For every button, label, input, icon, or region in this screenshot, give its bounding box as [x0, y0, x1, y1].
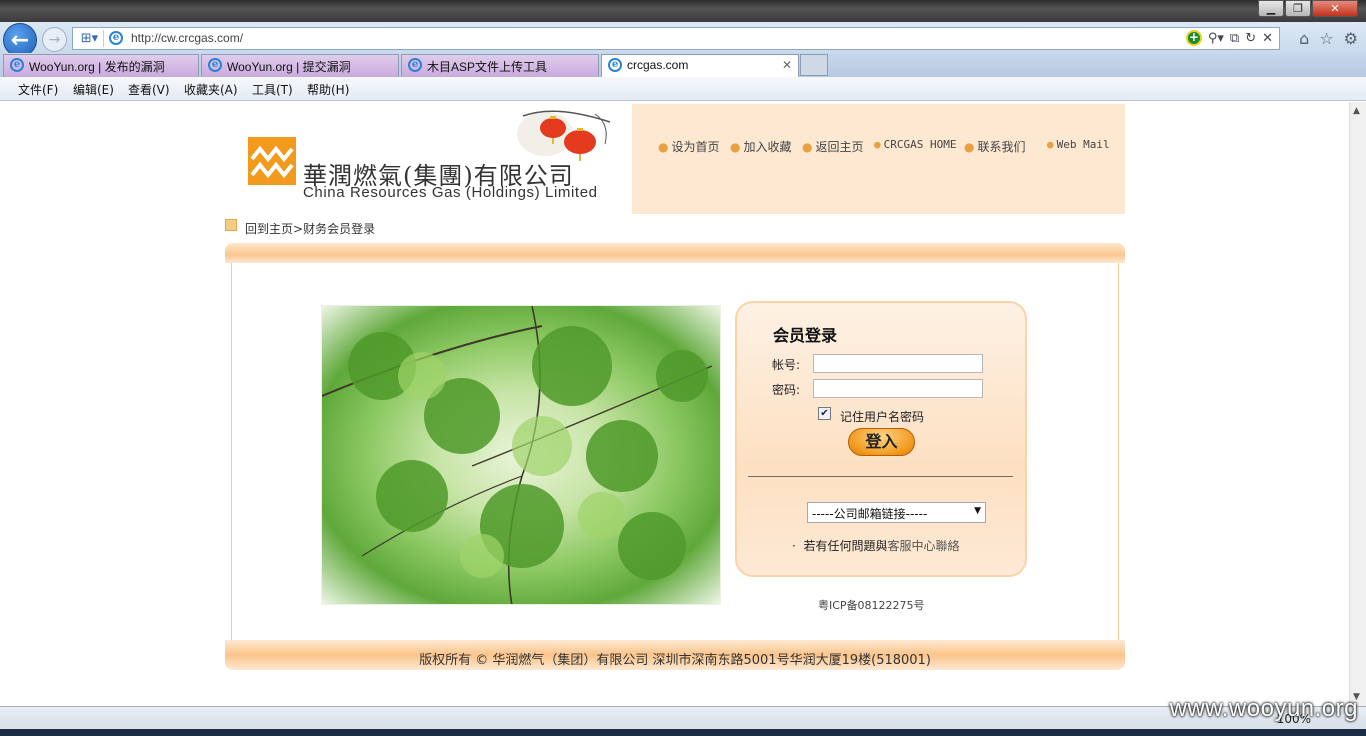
vertical-scrollbar[interactable]: ▲ ▼ [1349, 102, 1366, 706]
ie-tab-icon: e [608, 58, 622, 72]
nav-return-home[interactable]: ● 返回主页 [802, 138, 864, 155]
breadcrumb-arrow-icon [225, 219, 237, 231]
login-divider [748, 476, 1013, 477]
login-button[interactable]: 登入 [848, 428, 915, 456]
close-tab-icon[interactable]: ✕ [782, 58, 792, 72]
refresh-icon[interactable]: ↻ [1245, 31, 1256, 46]
ie-tab-icon: e [10, 58, 24, 72]
favorites-star-icon[interactable]: ☆ [1319, 29, 1333, 48]
chevron-down-icon[interactable]: ▼ [974, 506, 981, 516]
contact-prefix: 若有任何問題與 [803, 539, 888, 553]
menu-edit[interactable]: 编辑(E) [73, 81, 114, 98]
menu-bar: 文件(F) 编辑(E) 查看(V) 收藏夹(A) 工具(T) 帮助(H) [0, 77, 1366, 101]
ie-tab-icon: e [208, 58, 222, 72]
crgas-logo-icon [248, 137, 296, 185]
watermark-text: www.wooyun.org [1169, 695, 1358, 722]
contact-note: · 若有任何問題與客服中心聯絡 [792, 537, 959, 554]
nav-web-mail[interactable]: ● Web Mail [1047, 138, 1110, 151]
tab-label: WooYun.org | 发布的漏洞 [29, 60, 165, 74]
tab-label: 木目ASP文件上传工具 [427, 60, 548, 74]
compatibility-view-icon[interactable]: ⊞▾ [76, 30, 104, 47]
tab-label: WooYun.org | 提交漏洞 [227, 60, 351, 74]
menu-favorites[interactable]: 收藏夹(A) [184, 81, 238, 98]
new-tab-button[interactable] [800, 54, 828, 76]
breadcrumb-current: 财务会员登录 [303, 222, 376, 236]
tab-label: crcgas.com [627, 58, 689, 72]
tab-wooyun-published[interactable]: e WooYun.org | 发布的漏洞 [3, 54, 199, 77]
breadcrumb-home-link[interactable]: 回到主页> [245, 222, 303, 236]
minimize-button[interactable]: ▁ [1258, 0, 1284, 17]
customer-service-link[interactable]: 客服中心聯絡 [887, 539, 959, 553]
menu-file[interactable]: 文件(F) [18, 81, 58, 98]
home-icon[interactable]: ⌂ [1299, 29, 1309, 48]
close-window-button[interactable]: ✕ [1312, 0, 1358, 17]
stop-icon[interactable]: ✕ [1262, 31, 1273, 46]
remember-checkbox[interactable]: ✔ [818, 407, 831, 420]
nav-set-homepage[interactable]: ● 设为首页 [658, 138, 720, 155]
address-bar[interactable]: ⊞▾ e http://cw.crcgas.com/ + ⚲▾ ⧉ ↻ ✕ [72, 27, 1280, 50]
tab-wooyun-submit[interactable]: e WooYun.org | 提交漏洞 [201, 54, 399, 77]
address-url[interactable]: http://cw.crcgas.com/ [131, 31, 243, 45]
gear-icon[interactable]: ⚙ [1344, 29, 1358, 48]
menu-tools[interactable]: 工具(T) [252, 81, 293, 98]
tab-asp-upload[interactable]: e 木目ASP文件上传工具 [401, 54, 599, 77]
company-mail-select[interactable]: -----公司邮箱链接----- ▼ [807, 502, 986, 523]
nav-contact-us[interactable]: ● 联系我们 [964, 138, 1026, 155]
maple-leaves-image [321, 305, 721, 605]
ie-tab-icon: e [408, 58, 422, 72]
scroll-up-icon[interactable]: ▲ [1353, 106, 1360, 116]
login-title: 会员登录 [773, 326, 838, 345]
top-navigation: ● 设为首页 ● 加入收藏 ● 返回主页 ● CRCGAS HOME ● 联系我们 ● We… [632, 104, 1125, 214]
top-decorative-band [225, 243, 1125, 263]
add-favorite-icon[interactable]: + [1185, 30, 1202, 46]
bullet-icon: · [792, 539, 804, 553]
tab-crcgas[interactable]: e crcgas.com ✕ [601, 54, 799, 77]
account-label: 帐号: [772, 358, 801, 372]
ie-page-icon: e [109, 31, 123, 45]
copyright-text: 版权所有 © 华润燃气（集团）有限公司 深圳市深南东路5001号华润大厦19楼(… [419, 653, 931, 668]
nav-crcgas-home[interactable]: ● CRCGAS HOME [874, 138, 956, 151]
window-titlebar: ▁ ❐ ✕ [0, 0, 1366, 22]
forward-button[interactable]: → [42, 27, 67, 52]
back-button[interactable]: ← [3, 23, 37, 57]
logo-english-name: China Resources Gas (Holdings) Limited [303, 184, 598, 201]
maximize-button[interactable]: ❐ [1285, 0, 1311, 17]
password-label: 密码: [772, 383, 801, 397]
lantern-decoration-icon [515, 104, 620, 164]
windows-taskbar [0, 729, 1366, 736]
search-icon[interactable]: ⚲▾ [1208, 31, 1224, 46]
account-input[interactable] [813, 354, 983, 373]
remember-label: 记住用户名密码 [840, 410, 925, 424]
compat-icon[interactable]: ⧉ [1230, 31, 1239, 46]
nav-add-favorite[interactable]: ● 加入收藏 [730, 138, 792, 155]
menu-view[interactable]: 查看(V) [128, 81, 170, 98]
mail-select-value: -----公司邮箱链接----- [812, 507, 928, 521]
icp-number[interactable]: 粤ICP备08122275号 [818, 597, 925, 613]
menu-help[interactable]: 帮助(H) [307, 81, 349, 98]
password-input[interactable] [813, 379, 983, 398]
breadcrumb: 回到主页>财务会员登录 [245, 220, 375, 237]
tab-bar: e WooYun.org | 发布的漏洞 e WooYun.org | 提交漏洞 e… [0, 53, 1366, 77]
